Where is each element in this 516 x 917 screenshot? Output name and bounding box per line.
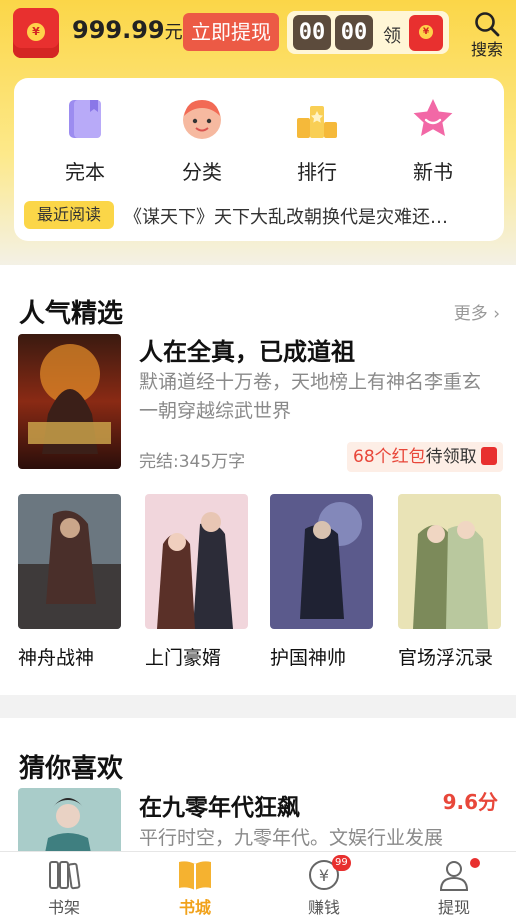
book-card[interactable]: 神舟战神	[18, 494, 121, 670]
nav-label: 完本	[65, 160, 105, 184]
recent-reading-text[interactable]: 《谋天下》天下大乱改朝换代是灾难还…	[124, 203, 504, 229]
balance-amount: 999.99	[72, 16, 165, 44]
tab-label: 书城	[178, 898, 211, 917]
section-title: 人气精选	[19, 299, 124, 329]
red-packet-bonus[interactable]: 68个红包待领取	[347, 442, 503, 472]
tab-label: 书架	[47, 898, 80, 917]
timer-minutes: 00	[293, 15, 331, 50]
nav-label: 新书	[413, 160, 453, 184]
tab-bookstore[interactable]: 书城	[155, 858, 235, 917]
search-button[interactable]: 搜索	[462, 10, 512, 60]
nav-item-complete[interactable]: 完本	[40, 96, 130, 185]
claim-red-packet-icon: ¥	[409, 15, 443, 51]
tab-earn[interactable]: ¥ 99 赚钱	[284, 855, 364, 917]
recommended-book-title[interactable]: 在九零年代狂飙	[139, 788, 300, 822]
featured-book-description: 默诵道经十万卷，天地榜上有神名李重玄一朝穿越综武世界	[139, 371, 482, 422]
book-store-icon	[177, 858, 213, 892]
book-name: 上门豪婿	[145, 647, 222, 669]
claim-label: 领	[383, 26, 401, 47]
book-cover	[18, 494, 121, 629]
withdraw-button[interactable]: 立即提现	[183, 13, 279, 51]
book-card[interactable]: 上门豪婿	[145, 494, 248, 670]
bottom-tab-bar: 书架 书城 ¥ 99 赚钱 提现	[0, 851, 516, 917]
tab-bookshelf[interactable]: 书架	[24, 858, 104, 917]
tab-label: 赚钱	[307, 898, 340, 917]
countdown-claim-box[interactable]: 00 00 领 ¥	[287, 11, 449, 54]
popular-section: 人气精选 更多 › 人在全真，已成道祖 默诵道经十万卷，天地榜上有神名李重玄一朝…	[0, 265, 516, 695]
claim-red-packet-coin: ¥	[419, 25, 433, 39]
red-packet-coin: ¥	[27, 23, 45, 41]
book-complete-icon	[62, 96, 108, 142]
bonus-count: 68个红包	[353, 447, 426, 467]
book-card[interactable]: 护国神帅	[270, 494, 373, 670]
ranking-podium-icon	[294, 96, 340, 142]
bonus-text: 待领取	[425, 447, 477, 467]
nav-item-new-books[interactable]: 新书	[388, 96, 478, 185]
nav-item-category[interactable]: 分类	[157, 96, 247, 185]
nav-label: 排行	[297, 160, 337, 184]
red-packet-icon[interactable]: ¥	[13, 8, 59, 58]
balance-unit: 元	[164, 22, 183, 43]
book-name: 神舟战神	[18, 647, 95, 669]
book-cover	[270, 494, 373, 629]
featured-book-title[interactable]: 人在全真，已成道祖	[139, 332, 355, 367]
more-label: 更多	[453, 304, 488, 324]
notification-dot	[470, 858, 480, 868]
nav-item-ranking[interactable]: 排行	[272, 96, 362, 185]
yen-coin-icon: ¥ 99	[306, 855, 351, 892]
book-name: 官场浮沉录	[398, 647, 494, 669]
svg-text:¥: ¥	[319, 866, 329, 885]
book-cover	[145, 494, 248, 629]
search-label: 搜索	[470, 40, 503, 59]
guess-you-like-section: 猜你喜欢 在九零年代狂飙 9.6分 平行时空，九零年代。文娱行业发展	[0, 718, 516, 858]
earn-badge: 99	[332, 855, 351, 871]
book-card[interactable]: 官场浮沉录	[398, 494, 501, 670]
featured-book-status: 完结:345万字	[139, 452, 246, 472]
quick-nav-card: 完本 分类 排行 新书 最近阅读 《谋天下》天下大乱改朝换代是灾难还…	[14, 78, 504, 241]
search-icon	[475, 12, 500, 37]
tab-label: 提现	[437, 898, 470, 917]
recommended-book-score: 9.6分	[442, 790, 498, 814]
user-icon	[436, 858, 480, 892]
more-link[interactable]: 更多 ›	[454, 299, 500, 324]
new-book-star-icon	[410, 96, 456, 142]
book-cover	[398, 494, 501, 629]
bookshelf-icon	[46, 858, 82, 892]
section-title: 猜你喜欢	[19, 754, 124, 784]
chevron-right-icon: ›	[493, 304, 500, 324]
recommended-book-description: 平行时空，九零年代。文娱行业发展	[139, 827, 444, 849]
category-face-icon	[179, 96, 225, 142]
nav-label: 分类	[182, 160, 222, 184]
book-name: 护国神帅	[270, 647, 347, 669]
tab-withdraw[interactable]: 提现	[414, 858, 494, 917]
recommended-book-cover[interactable]	[18, 788, 121, 858]
recent-reading-tag: 最近阅读	[24, 201, 114, 229]
balance-display: 999.99元	[72, 16, 183, 44]
featured-book-cover[interactable]	[18, 334, 121, 469]
timer-seconds: 00	[335, 15, 373, 50]
top-bar: ¥ 999.99元 立即提现 00 00 领 ¥ 搜索	[0, 0, 516, 64]
red-packet-small-icon	[480, 447, 497, 465]
